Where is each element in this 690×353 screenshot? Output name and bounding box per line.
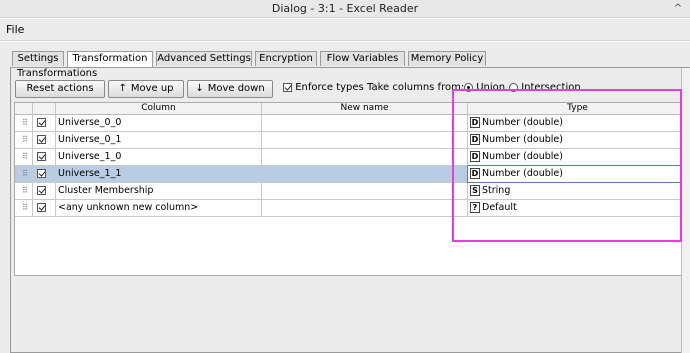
table-row[interactable]: ⠿ Cluster Membership S String (15, 183, 687, 200)
row-grip-cell[interactable]: ⠿ (15, 132, 33, 148)
drag-handle-icon[interactable]: ⠿ (22, 119, 28, 127)
move-up-label: Move up (130, 83, 174, 94)
double-type-icon: D (470, 117, 480, 128)
header-check-col (33, 103, 56, 114)
drag-handle-icon[interactable]: ⠿ (22, 170, 28, 178)
tab-advanced-settings[interactable]: Advanced Settings (156, 51, 252, 66)
include-checkbox[interactable] (37, 152, 46, 161)
type-cell[interactable]: D Number (double) (468, 149, 687, 165)
unknown-type-icon: ? (470, 202, 480, 213)
menu-file[interactable]: File (6, 23, 24, 36)
new-name-cell[interactable] (262, 183, 468, 199)
row-check-cell[interactable] (33, 132, 56, 148)
type-cell[interactable]: S String (468, 183, 687, 199)
new-name-cell[interactable] (262, 200, 468, 216)
table-row[interactable]: ⠿ Universe_1_0 D Number (double) (15, 149, 687, 166)
intersection-label: Intersection (521, 82, 581, 93)
move-down-button[interactable]: ↓ Move down (187, 80, 273, 98)
row-check-cell[interactable] (33, 166, 56, 182)
arrow-up-icon: ↑ (118, 83, 127, 94)
tab-encryption[interactable]: Encryption (255, 51, 317, 66)
include-checkbox[interactable] (37, 169, 46, 178)
reset-actions-button[interactable]: Reset actions (15, 80, 105, 98)
include-checkbox[interactable] (37, 135, 46, 144)
move-down-label: Move down (207, 83, 265, 94)
table-row-selected[interactable]: ⠿ Universe_1_1 D Number (double) (15, 165, 688, 183)
drag-handle-icon[interactable]: ⠿ (22, 187, 28, 195)
new-name-cell[interactable] (262, 166, 468, 182)
type-label: String (482, 185, 511, 196)
column-name-cell: Universe_0_0 (56, 115, 262, 131)
move-up-button[interactable]: ↑ Move up (108, 80, 184, 98)
enforce-types-checkbox[interactable] (283, 82, 292, 92)
include-checkbox[interactable] (37, 186, 46, 195)
transformations-group-title: Transformations (17, 68, 98, 79)
intersection-option[interactable]: Intersection (509, 82, 581, 93)
column-name-cell: Universe_0_1 (56, 132, 262, 148)
table-row[interactable]: ⠿ Universe_0_1 D Number (double) (15, 132, 687, 149)
type-label: Number (double) (482, 151, 563, 162)
tab-settings[interactable]: Settings (12, 51, 64, 66)
table-row[interactable]: ⠿ <any unknown new column> ? Default (15, 200, 687, 217)
type-cell[interactable]: ? Default (468, 200, 687, 216)
tab-transformation[interactable]: Transformation (67, 51, 153, 67)
vertical-scrollbar[interactable] (681, 68, 690, 353)
column-name-cell: Cluster Membership (56, 183, 262, 199)
type-label: Number (double) (482, 168, 563, 179)
string-type-icon: S (470, 185, 480, 196)
arrow-down-icon: ↓ (195, 83, 204, 94)
transformations-panel: Transformations Reset actions ↑ Move up ↓… (10, 67, 690, 353)
take-columns-label: Take columns from: (367, 82, 465, 93)
union-radio[interactable] (464, 82, 473, 92)
union-label: Union (476, 82, 506, 93)
enforce-types-label: Enforce types (295, 82, 364, 93)
drag-handle-icon[interactable]: ⠿ (22, 204, 28, 212)
double-type-icon: D (470, 168, 480, 179)
row-check-cell[interactable] (33, 200, 56, 216)
row-grip-cell[interactable]: ⠿ (15, 149, 33, 165)
type-cell[interactable]: D Number (double) (468, 132, 687, 148)
type-cell[interactable]: D Number (double) (468, 115, 687, 131)
union-option[interactable]: Union (464, 82, 505, 93)
double-type-icon: D (470, 134, 480, 145)
table-header: Column New name Type (15, 103, 687, 115)
header-grip-col (15, 103, 33, 114)
transformation-table: Column New name Type ⠿ Universe_0_0 D Nu… (14, 102, 688, 276)
table-row[interactable]: ⠿ Universe_0_0 D Number (double) (15, 115, 687, 132)
column-name-cell: <any unknown new column> (56, 200, 262, 216)
column-name-cell: Universe_1_0 (56, 149, 262, 165)
row-grip-cell[interactable]: ⠿ (15, 183, 33, 199)
window-title: Dialog - 3:1 - Excel Reader (271, 2, 419, 15)
type-cell[interactable]: D Number (double) (467, 165, 688, 183)
window-maximize-icon[interactable]: ^ (666, 0, 690, 18)
type-label: Number (double) (482, 117, 563, 128)
row-grip-cell[interactable]: ⠿ (15, 166, 33, 182)
row-check-cell[interactable] (33, 183, 56, 199)
new-name-cell[interactable] (262, 149, 468, 165)
row-check-cell[interactable] (33, 115, 56, 131)
header-column[interactable]: Column (56, 103, 262, 114)
row-grip-cell[interactable]: ⠿ (15, 115, 33, 131)
type-label: Number (double) (482, 134, 563, 145)
column-name-cell: Universe_1_1 (56, 166, 262, 182)
drag-handle-icon[interactable]: ⠿ (22, 153, 28, 161)
new-name-cell[interactable] (262, 132, 468, 148)
menu-bar: File (0, 19, 690, 41)
row-grip-cell[interactable]: ⠿ (15, 200, 33, 216)
include-checkbox[interactable] (37, 203, 46, 212)
header-new-name[interactable]: New name (262, 103, 468, 114)
row-check-cell[interactable] (33, 149, 56, 165)
include-checkbox[interactable] (37, 118, 46, 127)
double-type-icon: D (470, 151, 480, 162)
type-label: Default (482, 202, 517, 213)
tab-memory-policy[interactable]: Memory Policy (408, 51, 486, 66)
dialog-body: Settings Transformation Advanced Setting… (0, 42, 690, 353)
header-type[interactable]: Type (468, 103, 687, 114)
drag-handle-icon[interactable]: ⠿ (22, 136, 28, 144)
new-name-cell[interactable] (262, 115, 468, 131)
enforce-types-option[interactable]: Enforce types (283, 82, 364, 93)
intersection-radio[interactable] (509, 82, 518, 92)
title-bar: Dialog - 3:1 - Excel Reader ^ (0, 0, 690, 18)
tab-flow-variables[interactable]: Flow Variables (320, 51, 405, 66)
